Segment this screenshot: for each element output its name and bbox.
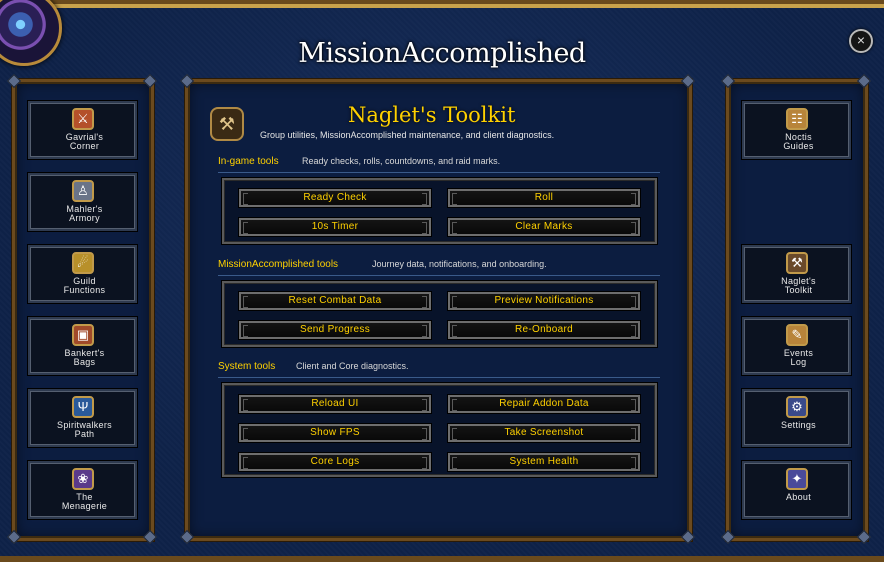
nav-label: Spiritwalkers Path (57, 420, 112, 439)
window-title: MissionAccomplished (298, 38, 586, 69)
nav-label: Gavrial's Corner (65, 132, 104, 151)
nav-label: Settings (781, 420, 816, 430)
nav-settings-button[interactable]: ⚙ Settings (741, 388, 852, 448)
repair-addon-data-button[interactable]: Repair Addon Data (447, 394, 641, 414)
clear-marks-button[interactable]: Clear Marks (447, 217, 641, 237)
nav-events-log-button[interactable]: ✎ Events Log (741, 316, 852, 376)
roll-button[interactable]: Roll (447, 188, 641, 208)
toolkit-icon: ⚒ (210, 107, 244, 141)
nav-bankert-s-bags-button[interactable]: ▣ Bankert's Bags (27, 316, 138, 376)
addon-window: × MissionAccomplished ⚔ Gavrial's Corner ♙… (0, 0, 884, 562)
divider (218, 172, 660, 173)
guild-icon: ☄ (72, 252, 94, 274)
spiritwalker-icon: Ψ (72, 396, 94, 418)
nav-label: Guild Functions (63, 276, 106, 295)
nav-guild-functions-button[interactable]: ☄ Guild Functions (27, 244, 138, 304)
about-icon: ✦ (786, 468, 808, 490)
nav-label: Events Log (783, 348, 814, 367)
section-label-system: System tools (218, 361, 276, 372)
armory-icon: ♙ (72, 180, 94, 202)
bags-icon: ▣ (72, 324, 94, 346)
divider (218, 275, 660, 276)
section-desc-in-game: Ready checks, rolls, countdowns, and rai… (302, 156, 501, 166)
nav-naglet-s-toolkit-button[interactable]: ⚒ Naglet's Toolkit (741, 244, 852, 304)
rivet (856, 529, 872, 545)
rivet (680, 529, 696, 545)
nav-label: The Menagerie (61, 492, 108, 511)
nav-the-menagerie-button[interactable]: ❀ The Menagerie (27, 460, 138, 520)
re-onboard-button[interactable]: Re-Onboard (447, 320, 641, 340)
rivet (6, 73, 22, 89)
ready-check-button[interactable]: Ready Check (238, 188, 432, 208)
section-label-in-game: In-game tools (218, 156, 279, 167)
section-label-mission: MissionAccomplished tools (218, 259, 339, 270)
rivet (6, 529, 22, 545)
panel-title: Naglet's Toolkit (348, 103, 516, 127)
rivet (720, 73, 736, 89)
rivet (680, 73, 696, 89)
send-progress-button[interactable]: Send Progress (238, 320, 432, 340)
reload-ui-button[interactable]: Reload UI (238, 394, 432, 414)
nav-label: Mahler's Armory (66, 204, 103, 223)
rivet (179, 529, 195, 545)
menagerie-icon: ❀ (72, 468, 94, 490)
divider (218, 377, 660, 378)
rivet (142, 73, 158, 89)
system-health-button[interactable]: System Health (447, 452, 641, 472)
toolkit-icon: ⚒ (786, 252, 808, 274)
timer-button[interactable]: 10s Timer (238, 217, 432, 237)
guides-icon: ☷ (786, 108, 808, 130)
rivet (856, 73, 872, 89)
nav-label: Naglet's Toolkit (781, 276, 816, 295)
show-fps-button[interactable]: Show FPS (238, 423, 432, 443)
top-border (48, 4, 884, 8)
nav-label: Noctis Guides (783, 132, 814, 151)
events-log-icon: ✎ (786, 324, 808, 346)
nav-label: Bankert's Bags (64, 348, 105, 367)
section-desc-mission: Journey data, notifications, and onboard… (372, 259, 547, 269)
gavrial-icon: ⚔ (72, 108, 94, 130)
nav-spiritwalkers-path-button[interactable]: Ψ Spiritwalkers Path (27, 388, 138, 448)
core-logs-button[interactable]: Core Logs (238, 452, 432, 472)
nav-label: About (785, 492, 812, 502)
rivet (179, 73, 195, 89)
section-desc-system: Client and Core diagnostics. (296, 361, 409, 371)
reset-combat-data-button[interactable]: Reset Combat Data (238, 291, 432, 311)
rivet (720, 529, 736, 545)
panel-description: Group utilities, MissionAccomplished mai… (260, 130, 555, 140)
settings-icon: ⚙ (786, 396, 808, 418)
rivet (142, 529, 158, 545)
nav-about-button[interactable]: ✦ About (741, 460, 852, 520)
nav-mahler-s-armory-button[interactable]: ♙ Mahler's Armory (27, 172, 138, 232)
preview-notifications-button[interactable]: Preview Notifications (447, 291, 641, 311)
take-screenshot-button[interactable]: Take Screenshot (447, 423, 641, 443)
nav-noctis-guides-button[interactable]: ☷ Noctis Guides (741, 100, 852, 160)
nav-gavrial-s-corner-button[interactable]: ⚔ Gavrial's Corner (27, 100, 138, 160)
